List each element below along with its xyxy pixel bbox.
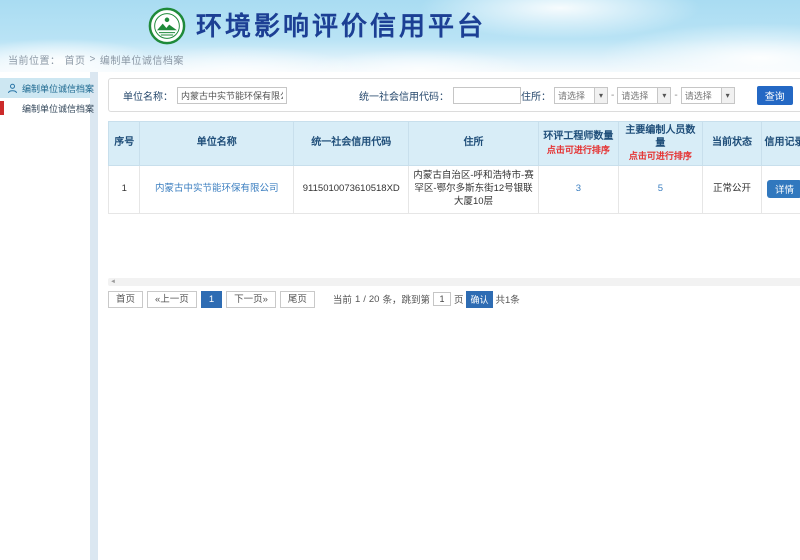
address-district-value: 请选择 [682,89,721,102]
platform-logo-icon [148,7,186,45]
unit-name-input[interactable] [177,87,287,104]
sidebar-group-label: 编制单位诚信档案 [22,82,94,95]
status-value: 正常公开 [702,166,761,213]
address-city-select[interactable]: 请选择 ▾ [617,87,671,104]
breadcrumb-home-link[interactable]: 首页 [65,52,86,67]
pagination-page-1-button[interactable]: 1 [201,291,222,308]
address-district-select[interactable]: 请选择 ▾ [681,87,735,104]
engineer-count-link[interactable]: 3 [576,183,581,194]
pagination-last-button[interactable]: 尾页 [280,291,315,308]
site-header: 环境影响评价信用平台 当前位置： 首页 > 编制单位诚信档案 [0,0,800,72]
address-value: 内蒙古自治区-呼和浩特市-赛罕区-鄂尔多斯东街12号银联大厦10层 [409,166,538,213]
pagination-jump-suffix: 页 [454,292,464,306]
sidebar-divider-strip [90,72,98,560]
col-credit-record: 信用记录 [762,122,800,166]
address-province-select[interactable]: 请选择 ▾ [554,87,608,104]
address-province-value: 请选择 [555,89,594,102]
address-city-value: 请选择 [618,89,657,102]
table-header-row: 序号 单位名称 统一社会信用代码 住所 环评工程师数量 点击可进行排序 主要编制… [109,122,800,166]
unit-name-link[interactable]: 内蒙古中实节能环保有限公司 [155,183,279,194]
pagination-prev-button[interactable]: «上一页 [147,291,197,308]
page: 环境影响评价信用平台 当前位置： 首页 > 编制单位诚信档案 编制单位诚信档案 [0,0,800,560]
sidebar: 编制单位诚信档案 编制单位诚信档案 [0,72,90,560]
unit-name-label: 单位名称： [123,88,173,103]
detail-button[interactable]: 详情 [767,180,800,198]
pagination-current-value: 1 [355,294,360,305]
pagination-first-button[interactable]: 首页 [108,291,143,308]
main-content: 单位名称： 统一社会信用代码： 住所： 请选择 ▾ - 请选择 ▾ [98,72,800,560]
col-staff-count-sort[interactable]: 主要编制人员数量 点击可进行排序 [619,122,703,166]
pagination-confirm-button[interactable]: 确认 [466,291,492,308]
sidebar-item-label: 编制单位诚信档案 [22,102,94,115]
staff-count-link[interactable]: 5 [658,183,663,194]
scroll-left-icon: ◄ [110,279,116,285]
pagination-slash: / [363,294,366,305]
col-address: 住所 [409,122,538,166]
sidebar-item-credit-archive[interactable]: 编制单位诚信档案 [0,98,90,118]
page-title: 环境影响评价信用平台 [196,7,486,45]
address-separator-2: - [674,90,677,101]
col-status: 当前状态 [702,122,761,166]
address-separator-1: - [611,90,614,101]
horizontal-scrollbar[interactable]: ◄ [108,278,800,286]
staff-sort-hint: 点击可进行排序 [621,151,700,162]
chevron-down-icon: ▾ [657,88,670,103]
address-label: 住所： [521,88,551,103]
brand: 环境影响评价信用平台 [148,7,486,45]
pagination-next-button[interactable]: 下一页» [226,291,276,308]
credit-code-value: 9115010073610518XD [294,166,409,213]
filter-panel: 单位名称： 统一社会信用代码： 住所： 请选择 ▾ - 请选择 ▾ [108,78,800,112]
table-spacer [108,214,800,278]
breadcrumb-prefix: 当前位置： [8,52,61,67]
credit-code-input[interactable] [453,87,521,104]
active-indicator [7,103,18,114]
col-engineer-count-label: 环评工程师数量 [543,131,613,142]
col-engineer-count-sort[interactable]: 环评工程师数量 点击可进行排序 [538,122,618,166]
pagination-per-page: 20 [369,294,380,305]
results-table: 序号 单位名称 统一社会信用代码 住所 环评工程师数量 点击可进行排序 主要编制… [108,121,800,214]
pagination-info: 当前 1 / 20 条，跳到第 页 确认 共1条 [333,291,520,308]
col-staff-count-label: 主要编制人员数量 [625,125,695,149]
chevron-down-icon: ▾ [594,88,607,103]
pagination-jump-prefix: 条，跳到第 [382,292,430,306]
breadcrumb-current: 编制单位诚信档案 [100,52,184,67]
breadcrumb: 当前位置： 首页 > 编制单位诚信档案 [8,52,184,67]
sidebar-group-credit-archive[interactable]: 编制单位诚信档案 [0,78,90,98]
chevron-down-icon: ▾ [721,88,734,103]
engineer-sort-hint: 点击可进行排序 [541,145,616,156]
pagination-current-label: 当前 [333,292,352,306]
credit-code-label: 统一社会信用代码： [359,88,449,103]
pagination-total: 共1条 [496,292,520,306]
pagination: 首页 «上一页 1 下一页» 尾页 当前 1 / 20 条，跳到第 页 确认 共… [108,291,800,308]
breadcrumb-separator: > [90,54,96,65]
row-index: 1 [109,166,140,213]
col-index: 序号 [109,122,140,166]
col-credit-code: 统一社会信用代码 [294,122,409,166]
pagination-jump-input[interactable] [433,292,451,306]
col-unit-name: 单位名称 [140,122,294,166]
table-row: 1 内蒙古中实节能环保有限公司 9115010073610518XD 内蒙古自治… [109,166,800,213]
layout: 编制单位诚信档案 编制单位诚信档案 单位名称： 统一社会信用代码： 住所： [0,72,800,560]
user-icon [7,83,18,94]
search-button[interactable]: 查询 [757,86,793,105]
